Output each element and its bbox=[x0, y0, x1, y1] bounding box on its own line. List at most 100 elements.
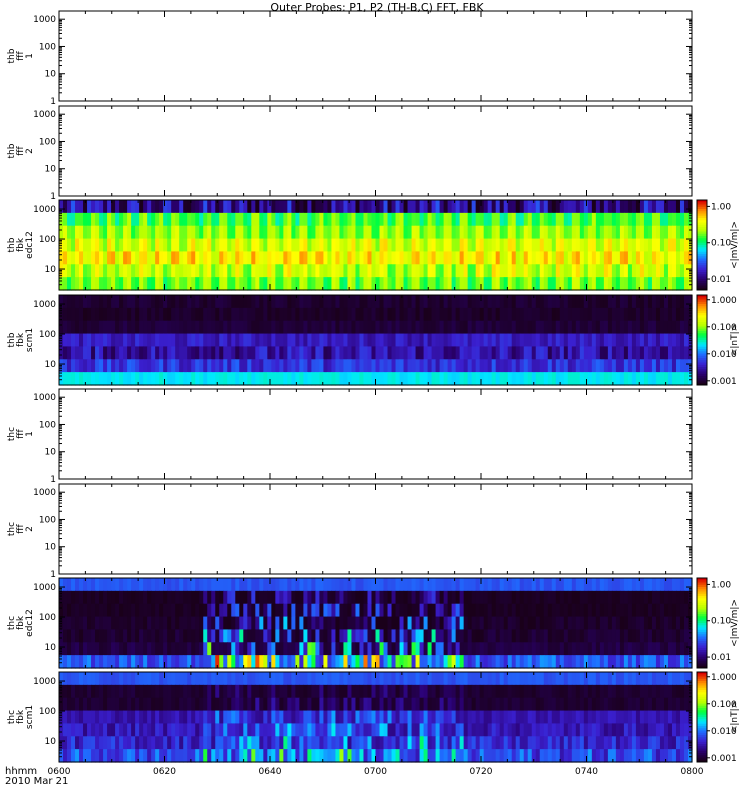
heatmap-cell bbox=[583, 697, 589, 712]
heatmap-cell bbox=[559, 697, 565, 712]
heatmap-cell bbox=[623, 212, 629, 227]
heatmap-cell bbox=[503, 238, 509, 253]
heatmap-cell bbox=[651, 684, 657, 699]
y-tick-label: 10 bbox=[45, 165, 57, 175]
heatmap-cell bbox=[575, 710, 581, 725]
heatmap-cell bbox=[243, 251, 248, 265]
heatmap-cell bbox=[631, 642, 637, 656]
heatmap-cell bbox=[439, 655, 445, 669]
heatmap-cell bbox=[307, 251, 312, 265]
heatmap-cell bbox=[111, 642, 116, 656]
heatmap-cell bbox=[183, 295, 188, 309]
heatmap-cell bbox=[591, 333, 597, 348]
heatmap-cell bbox=[435, 359, 441, 373]
heatmap-cell bbox=[167, 264, 172, 278]
heatmap-cell bbox=[387, 590, 393, 605]
heatmap-cell bbox=[431, 359, 437, 373]
heatmap-cell bbox=[475, 251, 481, 265]
heatmap-cell bbox=[203, 723, 208, 737]
heatmap-cell bbox=[663, 251, 669, 265]
heatmap-cell bbox=[579, 307, 585, 322]
heatmap-cell bbox=[147, 372, 152, 386]
heatmap-cell bbox=[207, 603, 212, 618]
heatmap-cell bbox=[535, 359, 541, 373]
heatmap-cell bbox=[387, 277, 393, 291]
heatmap-cell bbox=[471, 616, 477, 631]
heatmap-cell bbox=[327, 251, 333, 265]
heatmap-cell bbox=[211, 723, 216, 737]
heatmap-cell bbox=[315, 697, 321, 712]
heatmap-cell bbox=[631, 225, 637, 240]
heatmap-cell bbox=[435, 697, 441, 712]
heatmap-cell bbox=[683, 212, 689, 227]
heatmap-cell bbox=[539, 264, 545, 278]
heatmap-cell bbox=[659, 697, 665, 712]
heatmap-cell bbox=[195, 578, 200, 592]
heatmap-cell bbox=[303, 578, 308, 592]
heatmap-cell bbox=[335, 697, 341, 712]
heatmap-cell bbox=[279, 616, 284, 631]
heatmap-cell bbox=[551, 212, 557, 227]
heatmap-cell bbox=[275, 238, 280, 253]
heatmap-cell bbox=[599, 277, 605, 291]
heatmap-cell bbox=[423, 320, 429, 335]
heatmap-cell bbox=[227, 333, 232, 348]
heatmap-cell bbox=[683, 295, 689, 309]
heatmap-cell bbox=[635, 251, 641, 265]
heatmap-cell bbox=[271, 723, 276, 737]
heatmap-cell bbox=[455, 346, 461, 360]
heatmap-cell bbox=[203, 295, 208, 309]
heatmap-cell bbox=[155, 359, 160, 373]
heatmap-cell bbox=[655, 629, 661, 643]
heatmap-cell bbox=[103, 672, 108, 686]
heatmap-cell bbox=[135, 372, 140, 386]
heatmap-cell bbox=[95, 238, 100, 253]
heatmap-cell bbox=[603, 212, 609, 227]
heatmap-cell bbox=[515, 372, 521, 386]
heatmap-cell bbox=[199, 710, 204, 725]
heatmap-cell bbox=[115, 200, 120, 214]
heatmap-cell bbox=[331, 238, 337, 253]
heatmap-cell bbox=[139, 603, 144, 618]
heatmap-cell bbox=[315, 225, 321, 240]
heatmap-cell bbox=[303, 603, 308, 618]
heatmap-cell bbox=[159, 320, 164, 335]
heatmap-cell bbox=[199, 238, 204, 253]
heatmap-cell bbox=[127, 672, 132, 686]
heatmap-cell bbox=[87, 346, 92, 360]
x-axis-ticks bbox=[58, 11, 693, 101]
heatmap-cell bbox=[511, 346, 517, 360]
heatmap-cell bbox=[311, 264, 317, 278]
heatmap-cell bbox=[275, 684, 280, 699]
heatmap-cell bbox=[419, 295, 425, 309]
heatmap-cell bbox=[223, 359, 228, 373]
heatmap-cell bbox=[607, 264, 613, 278]
heatmap-cell bbox=[667, 264, 673, 278]
heatmap-cell bbox=[283, 320, 288, 335]
heatmap-cell bbox=[367, 225, 373, 240]
heatmap-cell bbox=[107, 238, 112, 253]
heatmap-cell bbox=[167, 346, 172, 360]
heatmap-cell bbox=[99, 642, 104, 656]
heatmap-cell bbox=[499, 672, 505, 686]
heatmap-cell bbox=[519, 642, 525, 656]
heatmap-cell bbox=[219, 359, 224, 373]
heatmap-cell bbox=[435, 307, 441, 322]
heatmap-cell bbox=[135, 238, 140, 253]
heatmap-cell bbox=[463, 238, 469, 253]
heatmap-cell bbox=[619, 616, 625, 631]
heatmap-cell bbox=[467, 642, 473, 656]
heatmap-cell bbox=[603, 603, 609, 618]
heatmap-cell bbox=[267, 642, 272, 656]
heatmap-cell bbox=[87, 616, 92, 631]
heatmap-cell bbox=[367, 684, 373, 699]
heatmap-cell bbox=[127, 277, 132, 291]
heatmap-cell bbox=[355, 295, 361, 309]
heatmap-cell bbox=[339, 578, 345, 592]
heatmap-cell bbox=[331, 295, 337, 309]
heatmap-cell bbox=[431, 212, 437, 227]
heatmap-cell bbox=[459, 697, 465, 712]
heatmap-cell bbox=[135, 200, 140, 214]
heatmap-cell bbox=[451, 697, 457, 712]
heatmap-cell bbox=[551, 251, 557, 265]
